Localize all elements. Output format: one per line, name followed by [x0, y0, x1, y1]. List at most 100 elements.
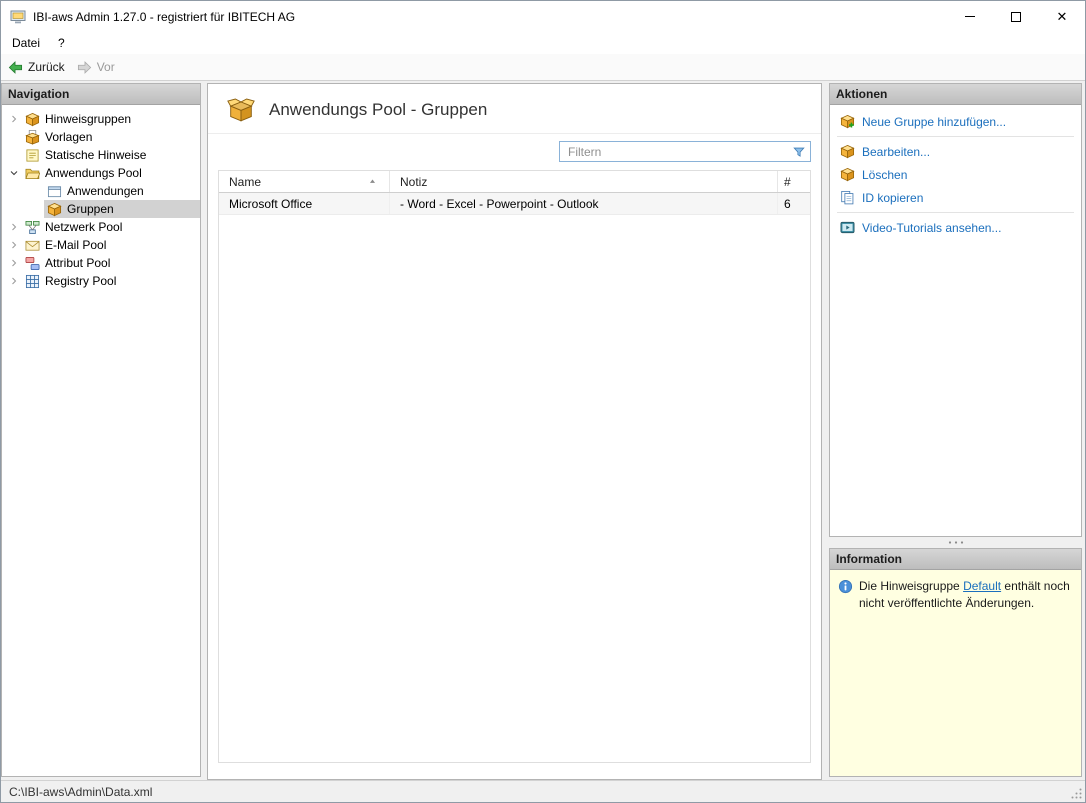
- vorlagen-template-icon: [25, 130, 40, 145]
- close-button[interactable]: ✕: [1039, 1, 1085, 32]
- column-header-count[interactable]: #: [778, 171, 810, 192]
- application-window-icon: [47, 184, 62, 199]
- table-row[interactable]: Microsoft Office - Word - Excel - Powerp…: [219, 193, 810, 215]
- arrow-right-icon: [77, 60, 92, 75]
- minimize-icon: [965, 16, 975, 17]
- column-header-notiz[interactable]: Notiz: [390, 171, 778, 192]
- right-column: Aktionen Neue Gruppe hinzufügen... Bearb…: [829, 83, 1082, 780]
- chevron-right-icon[interactable]: [6, 237, 22, 253]
- action-delete[interactable]: Löschen: [830, 163, 1081, 186]
- gruppen-package-icon: [47, 202, 62, 217]
- tree-item-label: E-Mail Pool: [45, 238, 106, 252]
- chevron-right-icon[interactable]: [6, 219, 22, 235]
- minimize-button[interactable]: [947, 1, 993, 32]
- registry-grid-icon: [25, 274, 40, 289]
- cell-count: 6: [778, 193, 810, 214]
- tree-item-label: Hinweisgruppen: [45, 112, 131, 126]
- action-label: ID kopieren: [862, 191, 923, 205]
- chevron-right-icon[interactable]: [6, 273, 22, 289]
- tree-item-statische-hinweise[interactable]: Statische Hinweise: [2, 146, 200, 164]
- back-button-label: Zurück: [28, 60, 65, 74]
- panel-splitter[interactable]: [829, 537, 1082, 548]
- tree-item-label: Statische Hinweise: [45, 148, 146, 162]
- tree-item-netzwerk-pool[interactable]: Netzwerk Pool: [2, 218, 200, 236]
- tree-item-label: Anwendungs Pool: [45, 166, 142, 180]
- action-label: Video-Tutorials ansehen...: [862, 221, 1001, 235]
- filter-row: [208, 134, 821, 170]
- filter-input[interactable]: [560, 145, 792, 159]
- mail-icon: [25, 238, 40, 253]
- information-body: Die Hinweisgruppe Default enthält noch n…: [830, 570, 1081, 776]
- attribute-icon: [25, 256, 40, 271]
- app-icon: [10, 9, 26, 25]
- action-label: Neue Gruppe hinzufügen...: [862, 115, 1006, 129]
- tree-item-gruppen-selected[interactable]: Gruppen: [2, 200, 200, 218]
- action-video-tutorials[interactable]: Video-Tutorials ansehen...: [830, 216, 1081, 239]
- splitter-dots-icon: [947, 540, 965, 545]
- tree-item-email-pool[interactable]: E-Mail Pool: [2, 236, 200, 254]
- chevron-right-icon[interactable]: [6, 111, 22, 127]
- resize-grip[interactable]: [1070, 787, 1083, 800]
- default-group-link[interactable]: Default: [963, 579, 1001, 593]
- info-text-before: Die Hinweisgruppe: [859, 579, 963, 593]
- toolbar: Zurück Vor: [1, 54, 1085, 81]
- package-edit-icon: [840, 144, 855, 159]
- menu-item-help[interactable]: ?: [49, 32, 74, 54]
- window-title: IBI-aws Admin 1.27.0 - registriert für I…: [33, 10, 295, 24]
- actions-list: Neue Gruppe hinzufügen... Bearbeiten... …: [830, 105, 1081, 536]
- tree-item-label: Gruppen: [67, 202, 114, 216]
- copy-icon: [840, 190, 855, 205]
- separator: [837, 212, 1074, 213]
- column-header-name[interactable]: Name: [219, 171, 390, 192]
- tree-item-label: Anwendungen: [67, 184, 144, 198]
- tree-item-attribut-pool[interactable]: Attribut Pool: [2, 254, 200, 272]
- tree-item-label: Netzwerk Pool: [45, 220, 122, 234]
- info-icon: [838, 579, 853, 594]
- back-button[interactable]: Zurück: [8, 60, 65, 75]
- hinweisgruppen-package-icon: [25, 112, 40, 127]
- workspace: Navigation Hinweisgruppen Vorlagen: [1, 81, 1085, 780]
- actions-header: Aktionen: [830, 84, 1081, 105]
- forward-button-label: Vor: [97, 60, 115, 74]
- chevron-right-icon[interactable]: [6, 255, 22, 271]
- filter-funnel-icon[interactable]: [792, 145, 806, 159]
- window-controls: ✕: [947, 1, 1085, 32]
- expander-spacer: [28, 183, 44, 199]
- main-panel: Anwendungs Pool - Gruppen Name Notiz #: [207, 83, 822, 780]
- forward-button[interactable]: Vor: [77, 60, 115, 75]
- information-panel: Information Die Hinweisgruppe Default en…: [829, 548, 1082, 777]
- tree-item-anwendungs-pool[interactable]: Anwendungs Pool: [2, 164, 200, 182]
- actions-panel: Aktionen Neue Gruppe hinzufügen... Bearb…: [829, 83, 1082, 537]
- maximize-button[interactable]: [993, 1, 1039, 32]
- cell-name: Microsoft Office: [219, 193, 390, 214]
- action-copy-id[interactable]: ID kopieren: [830, 186, 1081, 209]
- groups-table: Name Notiz # Microsoft Office - Word - E…: [218, 170, 811, 763]
- tree-item-hinweisgruppen[interactable]: Hinweisgruppen: [2, 110, 200, 128]
- information-message: Die Hinweisgruppe Default enthält noch n…: [859, 578, 1073, 613]
- arrow-left-icon: [8, 60, 23, 75]
- navigation-header: Navigation: [2, 84, 200, 105]
- expander-spacer: [6, 147, 22, 163]
- statusbar: C:\IBI-aws\Admin\Data.xml: [1, 780, 1085, 802]
- tree-item-label: Vorlagen: [45, 130, 92, 144]
- navigation-panel: Navigation Hinweisgruppen Vorlagen: [1, 83, 201, 777]
- menubar: Datei ?: [1, 32, 1085, 54]
- tree-item-label: Attribut Pool: [45, 256, 110, 270]
- navigation-tree: Hinweisgruppen Vorlagen Statische Hinwei…: [2, 105, 200, 776]
- tree-item-anwendungen[interactable]: Anwendungen: [2, 182, 200, 200]
- menu-item-datei[interactable]: Datei: [3, 32, 49, 54]
- action-edit[interactable]: Bearbeiten...: [830, 140, 1081, 163]
- action-label: Bearbeiten...: [862, 145, 930, 159]
- expander-spacer: [6, 129, 22, 145]
- close-icon: ✕: [1057, 10, 1068, 23]
- chevron-down-icon[interactable]: [6, 165, 22, 181]
- network-icon: [25, 220, 40, 235]
- action-add-group[interactable]: Neue Gruppe hinzufügen...: [830, 110, 1081, 133]
- information-header: Information: [830, 549, 1081, 570]
- tree-item-registry-pool[interactable]: Registry Pool: [2, 272, 200, 290]
- package-delete-icon: [840, 167, 855, 182]
- expander-spacer: [28, 201, 44, 217]
- titlebar: IBI-aws Admin 1.27.0 - registriert für I…: [1, 1, 1085, 32]
- app-window: IBI-aws Admin 1.27.0 - registriert für I…: [0, 0, 1086, 803]
- tree-item-vorlagen[interactable]: Vorlagen: [2, 128, 200, 146]
